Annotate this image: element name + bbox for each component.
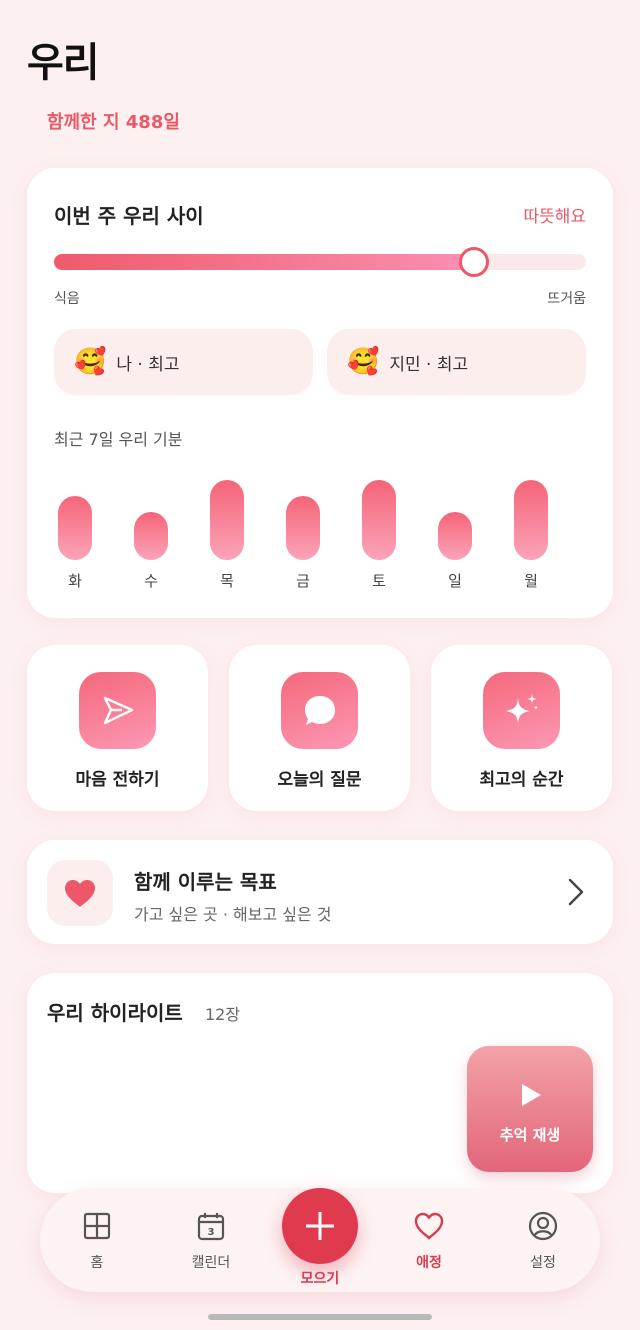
page-title: 우리 [27,40,100,86]
chevron-right-icon [567,877,585,911]
scale-min-label: 식음 [54,291,80,307]
weekly-mood-chart: 화수목금토일월 [27,468,613,598]
mood-bar-4 [362,480,396,560]
relationship-card: 이번 주 우리 사이 따뜻해요 식음 뜨거움 🥰 나 · 최고 🥰 지민 · 최… [27,168,613,618]
play-memories-button[interactable]: 추억 재생 [467,1046,593,1172]
smiling-hearts-emoji-icon: 🥰 [347,347,380,377]
temperature-slider[interactable] [54,247,586,277]
highlights-title: 우리 하이라이트 [47,1001,183,1025]
my-mood-label: 나 · 최고 [116,354,180,375]
profile-icon [528,1211,558,1241]
mood-bar-label: 월 [524,572,538,590]
relationship-title: 이번 주 우리 사이 [54,204,204,228]
bottom-nav: 홈 3 캘린더 모으기 애정 설정 [40,1188,600,1292]
smiling-hearts-emoji-icon: 🥰 [74,347,107,377]
daily-question-label: 오늘의 질문 [277,770,362,790]
relationship-status: 따뜻해요 [523,207,586,227]
highlights-count: 12장 [205,1005,241,1024]
mood-bar-label: 일 [448,572,462,590]
send-icon [79,672,156,749]
nav-label-calendar: 캘린더 [191,1255,231,1271]
mood-bar-6 [514,480,548,560]
mood-bar-3 [286,496,320,560]
send-heart-label: 마음 전하기 [75,770,160,790]
mood-bar-label: 화 [68,572,82,590]
partner-mood-label: 지민 · 최고 [389,354,469,375]
heart-outline-icon [414,1212,444,1240]
temperature-slider-thumb[interactable] [459,247,489,277]
chat-bubble-icon [281,672,358,749]
best-moments-label: 최고의 순간 [479,770,564,790]
calendar-date-badge: 3 [208,1227,215,1238]
mood-bar-label: 목 [220,572,234,590]
nav-label-affection: 애정 [416,1255,442,1271]
highlights-card: 우리 하이라이트 12장 추억 재생 [27,973,613,1193]
send-heart-button[interactable]: 마음 전하기 [27,645,208,811]
temperature-slider-fill [54,254,474,270]
weekly-mood-title: 최근 7일 우리 기분 [54,430,183,449]
grid-icon [83,1212,111,1240]
shared-goals-card[interactable]: 함께 이루는 목표 가고 싶은 곳 · 해보고 싶은 것 [27,840,613,944]
partner-mood-chip[interactable]: 🥰 지민 · 최고 [327,329,586,395]
nav-item-affection[interactable]: 애정 [384,1188,474,1292]
mood-bar-label: 수 [144,572,158,590]
plus-icon [306,1212,334,1240]
nav-label-collect: 모으기 [300,1271,340,1287]
collect-add-button[interactable] [282,1188,358,1264]
goal-title: 함께 이루는 목표 [134,870,277,894]
play-icon [522,1084,541,1106]
daily-question-button[interactable]: 오늘의 질문 [229,645,410,811]
mood-bar-0 [58,496,92,560]
days-together-label: 함께한 지 488일 [47,112,180,133]
scale-max-label: 뜨거움 [547,291,586,307]
mood-bar-label: 토 [372,572,386,590]
nav-label-settings: 설정 [530,1255,556,1271]
mood-bar-2 [210,480,244,560]
heart-icon [47,860,113,926]
mood-bar-label: 금 [296,572,310,590]
goal-subtitle: 가고 싶은 곳 · 해보고 싶은 것 [134,905,332,924]
nav-item-home[interactable]: 홈 [52,1188,142,1292]
sparkle-icon [483,672,560,749]
nav-item-calendar[interactable]: 3 캘린더 [166,1188,256,1292]
nav-item-settings[interactable]: 설정 [498,1188,588,1292]
mood-bar-1 [134,512,168,560]
play-memories-label: 추억 재생 [499,1126,561,1144]
best-moments-button[interactable]: 최고의 순간 [431,645,612,811]
mood-bar-5 [438,512,472,560]
nav-label-home: 홈 [90,1255,104,1271]
home-indicator [208,1314,432,1320]
calendar-icon: 3 [197,1213,225,1241]
my-mood-chip[interactable]: 🥰 나 · 최고 [54,329,313,395]
